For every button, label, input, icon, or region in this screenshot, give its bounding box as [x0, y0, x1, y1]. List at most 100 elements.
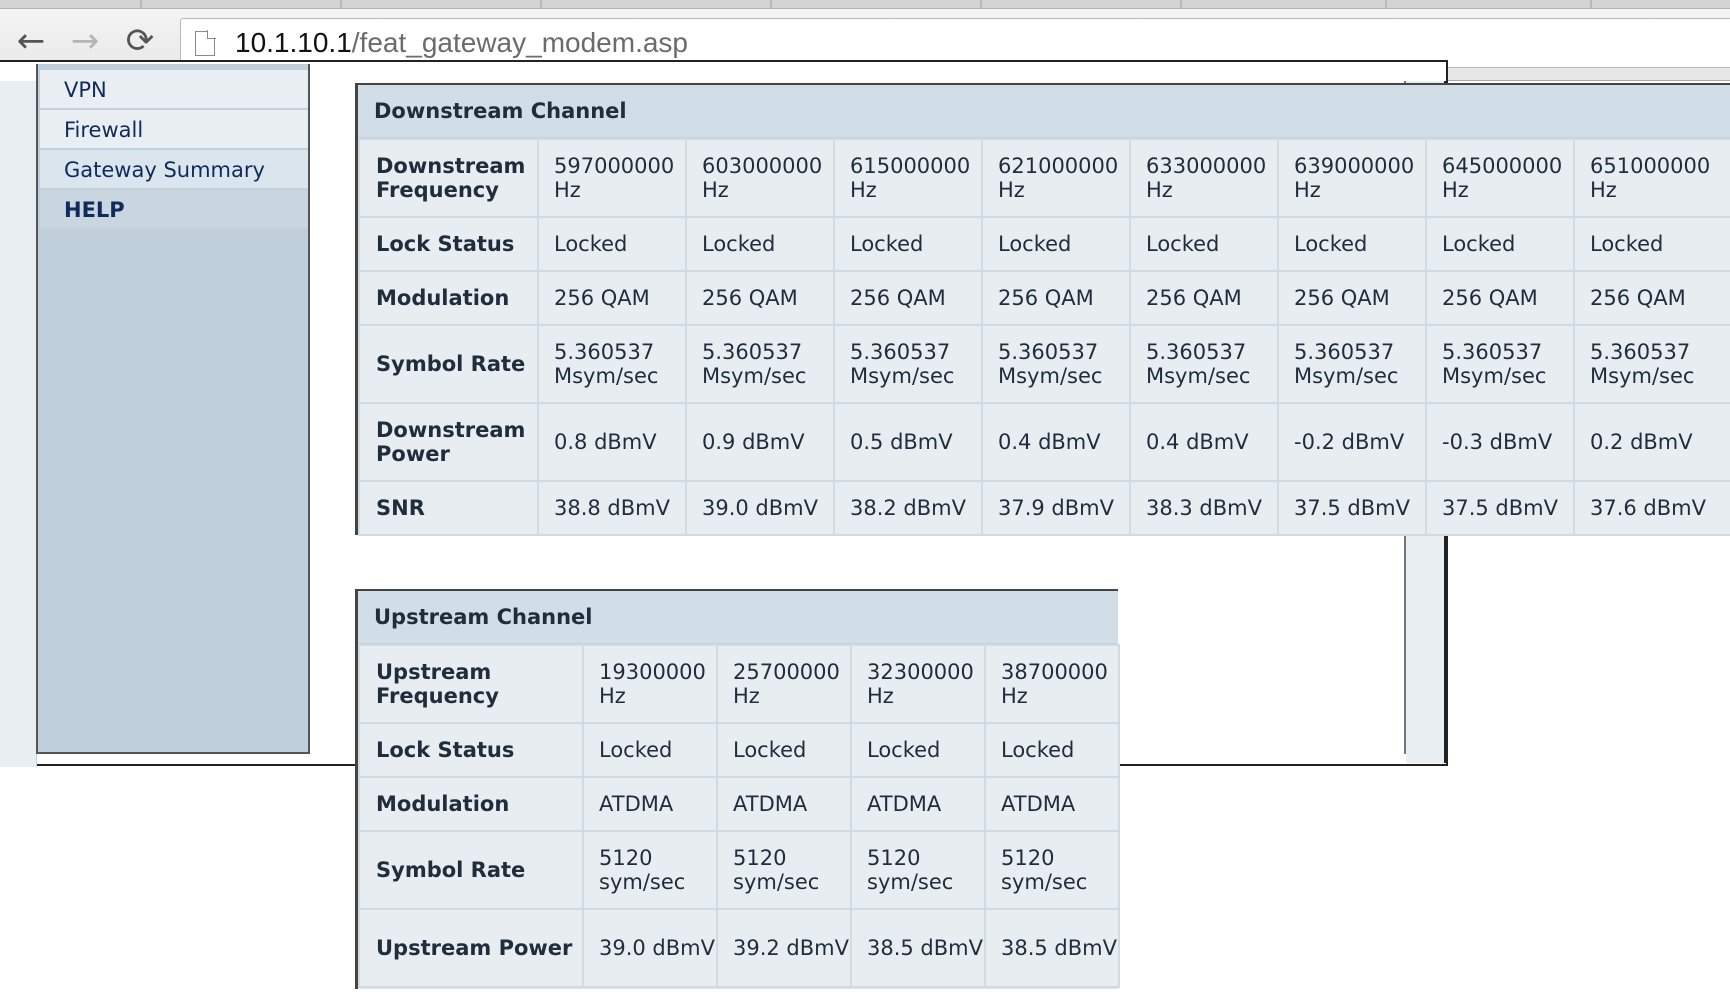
- table-cell: Locked: [1277, 216, 1427, 272]
- table-cell: 256 QAM: [1129, 270, 1279, 326]
- row-header: Upstream Frequency: [358, 644, 584, 724]
- table-cell: ATDMA: [850, 776, 986, 832]
- sidebar-item-gateway-summary[interactable]: Gateway Summary: [40, 150, 308, 190]
- row-header: Lock Status: [358, 216, 539, 272]
- downstream-table: Downstream Frequency 597000000 Hz 60300000…: [358, 138, 1730, 536]
- table-cell: ATDMA: [984, 776, 1120, 832]
- table-cell: 256 QAM: [537, 270, 687, 326]
- table-cell: Locked: [981, 216, 1131, 272]
- tab-edge: [540, 0, 542, 8]
- table-cell: 256 QAM: [1277, 270, 1427, 326]
- table-cell: 256 QAM: [685, 270, 835, 326]
- tab-edge: [1385, 0, 1387, 8]
- table-cell: 256 QAM: [981, 270, 1131, 326]
- row-header: Modulation: [358, 776, 584, 832]
- tab-edge: [1180, 0, 1182, 8]
- table-cell: 0.4 dBmV: [1129, 402, 1279, 482]
- sidebar-item-vpn[interactable]: VPN: [40, 70, 308, 110]
- table-cell: ATDMA: [582, 776, 718, 832]
- table-cell: 256 QAM: [1573, 270, 1730, 326]
- table-cell: 19300000 Hz: [582, 644, 718, 724]
- table-cell: 621000000 Hz: [981, 138, 1131, 218]
- table-cell: 38700000 Hz: [984, 644, 1120, 724]
- table-cell: Locked: [1425, 216, 1575, 272]
- table-cell: 0.5 dBmV: [833, 402, 983, 482]
- url-path: /feat_gateway_modem.asp: [351, 27, 688, 58]
- table-cell: 256 QAM: [1425, 270, 1575, 326]
- table-cell: 615000000 Hz: [833, 138, 983, 218]
- row-header: Lock Status: [358, 722, 584, 778]
- table-cell: 256 QAM: [833, 270, 983, 326]
- table-cell: 5.360537 Msym/sec: [1277, 324, 1427, 404]
- table-cell: 37.9 dBmV: [981, 480, 1131, 536]
- row-header: SNR: [358, 480, 539, 536]
- upstream-channel-panel: Upstream Channel Upstream Frequency 19300…: [355, 589, 1120, 989]
- table-cell: 0.4 dBmV: [981, 402, 1131, 482]
- row-header: Downstream Power: [358, 402, 539, 482]
- table-cell: 639000000 Hz: [1277, 138, 1427, 218]
- table-cell: 5.360537 Msym/sec: [981, 324, 1131, 404]
- table-cell: 597000000 Hz: [537, 138, 687, 218]
- back-button[interactable]: ←: [9, 19, 53, 63]
- table-cell: ATDMA: [716, 776, 852, 832]
- forward-button[interactable]: →: [63, 19, 107, 63]
- table-row: SNR 38.8 dBmV 39.0 dBmV 38.2 dBmV 37.9 dBmV 3…: [358, 480, 1730, 536]
- table-cell: Locked: [850, 722, 986, 778]
- table-cell: Locked: [537, 216, 687, 272]
- sidebar-item-firewall[interactable]: Firewall: [40, 110, 308, 150]
- table-cell: 5.360537 Msym/sec: [685, 324, 835, 404]
- table-cell: 38.2 dBmV: [833, 480, 983, 536]
- table-cell: 645000000 Hz: [1425, 138, 1575, 218]
- row-header: Symbol Rate: [358, 830, 584, 910]
- row-header: Downstream Frequency: [358, 138, 539, 218]
- reload-icon: ⟳: [125, 21, 155, 61]
- table-row: Modulation 256 QAM 256 QAM 256 QAM 256 QAM 25…: [358, 270, 1730, 326]
- table-cell: 32300000 Hz: [850, 644, 986, 724]
- table-cell: 0.8 dBmV: [537, 402, 687, 482]
- table-cell: Locked: [984, 722, 1120, 778]
- table-cell: 5.360537 Msym/sec: [1129, 324, 1279, 404]
- table-cell: 5120 sym/sec: [984, 830, 1120, 910]
- table-cell: 38.3 dBmV: [1129, 480, 1279, 536]
- table-cell: -0.2 dBmV: [1277, 402, 1427, 482]
- table-row: Lock Status Locked Locked Locked Locked: [358, 722, 1120, 778]
- tab-edge: [770, 0, 772, 8]
- table-cell: Locked: [1573, 216, 1730, 272]
- row-header: Symbol Rate: [358, 324, 539, 404]
- table-row: Lock Status Locked Locked Locked Locked Locke…: [358, 216, 1730, 272]
- table-cell: Locked: [716, 722, 852, 778]
- reload-button[interactable]: ⟳: [118, 19, 162, 63]
- table-cell: 37.5 dBmV: [1277, 480, 1427, 536]
- table-row: Upstream Power 39.0 dBmV 39.2 dBmV 38.5 dBm…: [358, 908, 1120, 988]
- table-cell: 633000000 Hz: [1129, 138, 1279, 218]
- table-row: Modulation ATDMA ATDMA ATDMA ATDMA: [358, 776, 1120, 832]
- table-cell: 0.9 dBmV: [685, 402, 835, 482]
- upstream-table: Upstream Frequency 19300000 Hz 25700000 Hz…: [358, 644, 1120, 988]
- table-cell: 38.8 dBmV: [537, 480, 687, 536]
- url-host: 10.1.10.1: [235, 27, 352, 58]
- sidebar-item-help[interactable]: HELP: [40, 190, 308, 230]
- table-cell: -0.3 dBmV: [1425, 402, 1575, 482]
- table-row: Upstream Frequency 19300000 Hz 25700000 Hz…: [358, 644, 1120, 724]
- upstream-title: Upstream Channel: [358, 591, 1118, 644]
- table-cell: 5120 sym/sec: [850, 830, 986, 910]
- forward-arrow-icon: →: [70, 21, 100, 61]
- downstream-title: Downstream Channel: [358, 85, 1730, 138]
- table-cell: 37.5 dBmV: [1425, 480, 1575, 536]
- table-cell: 5.360537 Msym/sec: [1425, 324, 1575, 404]
- table-row: Symbol Rate 5120 sym/sec 5120 sym/sec 5120 …: [358, 830, 1120, 910]
- row-header: Upstream Power: [358, 908, 584, 988]
- tab-edge: [1590, 0, 1592, 8]
- row-header: Modulation: [358, 270, 539, 326]
- url-text[interactable]: 10.1.10.1/feat_gateway_modem.asp: [235, 28, 688, 58]
- table-cell: 5.360537 Msym/sec: [1573, 324, 1730, 404]
- page-icon: [195, 30, 216, 56]
- table-cell: 0.2 dBmV: [1573, 402, 1730, 482]
- table-row: Downstream Power 0.8 dBmV 0.9 dBmV 0.5 dBmV…: [358, 402, 1730, 482]
- table-row: Symbol Rate 5.360537 Msym/sec 5.360537 Msy…: [358, 324, 1730, 404]
- table-cell: 38.5 dBmV: [984, 908, 1120, 988]
- downstream-channel-panel: Downstream Channel Downstream Frequency 5…: [355, 83, 1730, 536]
- tab-edge: [340, 0, 342, 8]
- table-cell: 603000000 Hz: [685, 138, 835, 218]
- table-cell: 5120 sym/sec: [582, 830, 718, 910]
